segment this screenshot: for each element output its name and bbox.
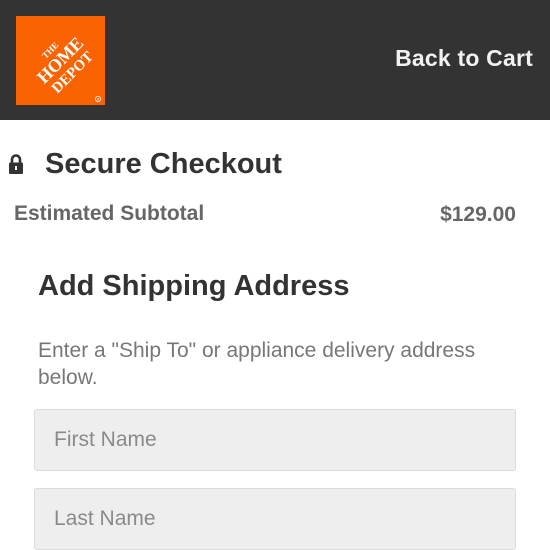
subtotal-label: Estimated Subtotal xyxy=(14,202,205,225)
shipping-instructions: Enter a "Ship To" or appliance delivery … xyxy=(38,339,476,389)
secure-checkout-heading: Secure Checkout xyxy=(8,146,282,182)
first-name-field[interactable] xyxy=(34,409,516,471)
svg-text:R: R xyxy=(97,98,100,102)
shipping-section-title: Add Shipping Address xyxy=(38,270,350,302)
back-to-cart-link[interactable]: Back to Cart xyxy=(395,44,533,72)
site-header: THE HOME DEPOT R Back to Cart xyxy=(0,0,550,120)
subtotal-value: $129.00 xyxy=(440,203,516,226)
home-depot-logo[interactable]: THE HOME DEPOT R xyxy=(16,16,105,105)
last-name-field[interactable] xyxy=(34,488,516,550)
lock-icon xyxy=(9,154,23,174)
page-title: Secure Checkout xyxy=(45,148,282,180)
